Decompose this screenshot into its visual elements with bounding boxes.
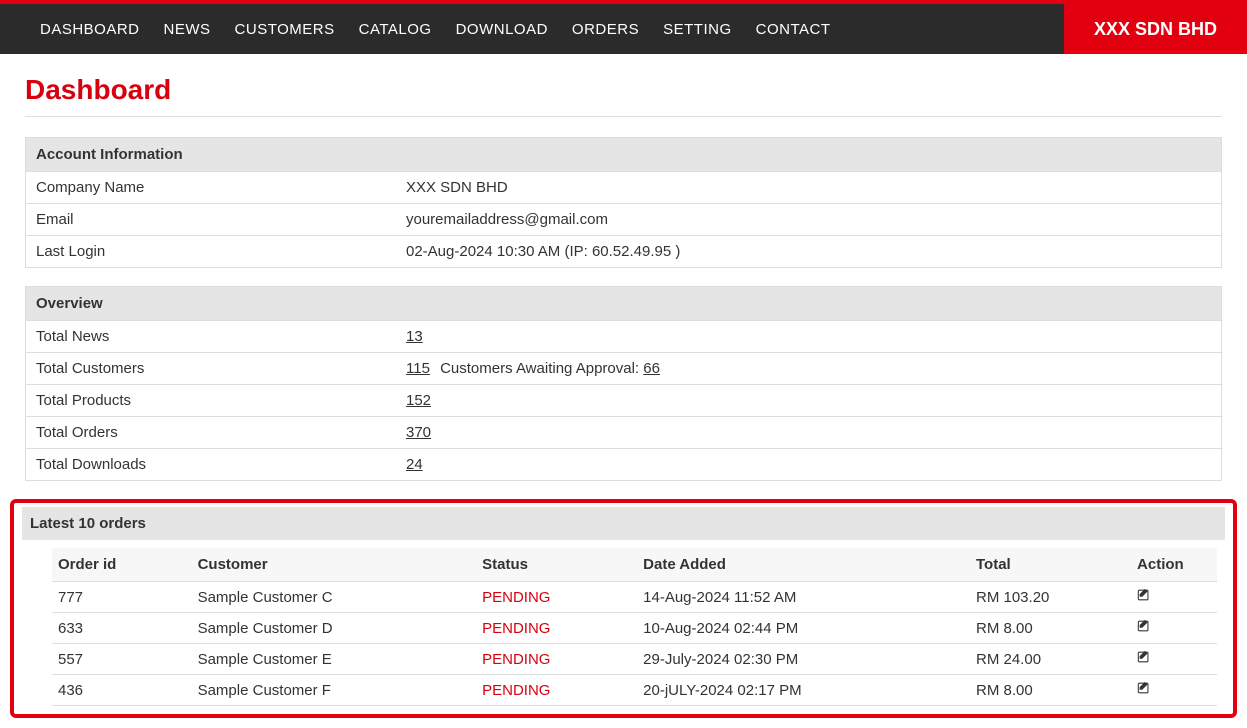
order-status: PENDING [476, 675, 637, 706]
awaiting-approval-link[interactable]: 66 [643, 360, 660, 377]
nav-news[interactable]: NEWS [152, 4, 223, 54]
nav-orders[interactable]: ORDERS [560, 4, 651, 54]
order-date: 29-July-2024 02:30 PM [637, 644, 970, 675]
total-orders-label: Total Orders [26, 417, 396, 449]
total-products-link[interactable]: 152 [406, 392, 431, 409]
nav-customers[interactable]: CUSTOMERS [223, 4, 347, 54]
col-order-id: Order id [52, 548, 192, 582]
order-id: 633 [52, 613, 192, 644]
account-info-panel: Account Information Company Name XXX SDN… [25, 137, 1222, 268]
total-news-label: Total News [26, 321, 396, 353]
overview-panel: Overview Total News 13 Total Customers 1… [25, 286, 1222, 481]
order-date: 14-Aug-2024 11:52 AM [637, 582, 970, 613]
overview-row-products: Total Products 152 [26, 385, 1221, 417]
order-status: PENDING [476, 613, 637, 644]
col-action: Action [1131, 548, 1217, 582]
order-row: 633Sample Customer DPENDING10-Aug-2024 0… [52, 613, 1217, 644]
overview-row-news: Total News 13 [26, 321, 1221, 353]
order-status: PENDING [476, 582, 637, 613]
overview-row-downloads: Total Downloads 24 [26, 449, 1221, 481]
overview-table: Total News 13 Total Customers 115 Custom… [26, 321, 1221, 480]
nav-brand[interactable]: XXX SDN BHD [1064, 4, 1247, 54]
order-date: 20-jULY-2024 02:17 PM [637, 675, 970, 706]
nav-dashboard[interactable]: DASHBOARD [28, 4, 152, 54]
account-info-heading: Account Information [26, 138, 1221, 172]
total-downloads-label: Total Downloads [26, 449, 396, 481]
title-divider [25, 116, 1222, 117]
account-row-lastlogin: Last Login 02-Aug-2024 10:30 AM (IP: 60.… [26, 236, 1221, 268]
nav-download[interactable]: DOWNLOAD [444, 4, 560, 54]
order-customer: Sample Customer D [192, 613, 477, 644]
order-customer: Sample Customer C [192, 582, 477, 613]
col-total: Total [970, 548, 1131, 582]
order-customer: Sample Customer E [192, 644, 477, 675]
account-info-table: Company Name XXX SDN BHD Email youremail… [26, 172, 1221, 267]
order-total: RM 24.00 [970, 644, 1131, 675]
latest-orders-table: Order id Customer Status Date Added Tota… [52, 548, 1217, 706]
nav-contact[interactable]: CONTACT [744, 4, 843, 54]
order-id: 777 [52, 582, 192, 613]
company-value: XXX SDN BHD [396, 172, 1221, 204]
col-date: Date Added [637, 548, 970, 582]
order-total: RM 8.00 [970, 613, 1131, 644]
total-customers-label: Total Customers [26, 353, 396, 385]
company-label: Company Name [26, 172, 396, 204]
overview-row-orders: Total Orders 370 [26, 417, 1221, 449]
latest-orders-highlight: Latest 10 orders Order id Customer Statu… [10, 499, 1237, 718]
orders-header-row: Order id Customer Status Date Added Tota… [52, 548, 1217, 582]
order-date: 10-Aug-2024 02:44 PM [637, 613, 970, 644]
overview-heading: Overview [26, 287, 1221, 321]
order-row: 777Sample Customer CPENDING14-Aug-2024 1… [52, 582, 1217, 613]
order-total: RM 8.00 [970, 675, 1131, 706]
col-status: Status [476, 548, 637, 582]
account-row-email: Email youremailaddress@gmail.com [26, 204, 1221, 236]
nav-setting[interactable]: SETTING [651, 4, 744, 54]
latest-orders-heading: Latest 10 orders [22, 507, 1225, 540]
email-label: Email [26, 204, 396, 236]
main-navbar: DASHBOARD NEWS CUSTOMERS CATALOG DOWNLOA… [0, 4, 1247, 54]
lastlogin-label: Last Login [26, 236, 396, 268]
page-title: Dashboard [25, 74, 1222, 106]
total-orders-link[interactable]: 370 [406, 424, 431, 441]
awaiting-approval-label: Customers Awaiting Approval: [434, 360, 639, 377]
col-customer: Customer [192, 548, 477, 582]
edit-icon[interactable] [1137, 619, 1151, 633]
account-row-company: Company Name XXX SDN BHD [26, 172, 1221, 204]
total-products-label: Total Products [26, 385, 396, 417]
edit-icon[interactable] [1137, 588, 1151, 602]
email-value: youremailaddress@gmail.com [396, 204, 1221, 236]
order-status: PENDING [476, 644, 637, 675]
order-id: 557 [52, 644, 192, 675]
total-customers-link[interactable]: 115 [406, 360, 430, 377]
nav-catalog[interactable]: CATALOG [347, 4, 444, 54]
lastlogin-value: 02-Aug-2024 10:30 AM (IP: 60.52.49.95 ) [396, 236, 1221, 268]
order-row: 436Sample Customer FPENDING20-jULY-2024 … [52, 675, 1217, 706]
overview-row-customers: Total Customers 115 Customers Awaiting A… [26, 353, 1221, 385]
order-id: 436 [52, 675, 192, 706]
edit-icon[interactable] [1137, 650, 1151, 664]
total-news-link[interactable]: 13 [406, 328, 423, 345]
order-row: 557Sample Customer EPENDING29-July-2024 … [52, 644, 1217, 675]
order-total: RM 103.20 [970, 582, 1131, 613]
order-customer: Sample Customer F [192, 675, 477, 706]
total-downloads-link[interactable]: 24 [406, 456, 423, 473]
edit-icon[interactable] [1137, 681, 1151, 695]
